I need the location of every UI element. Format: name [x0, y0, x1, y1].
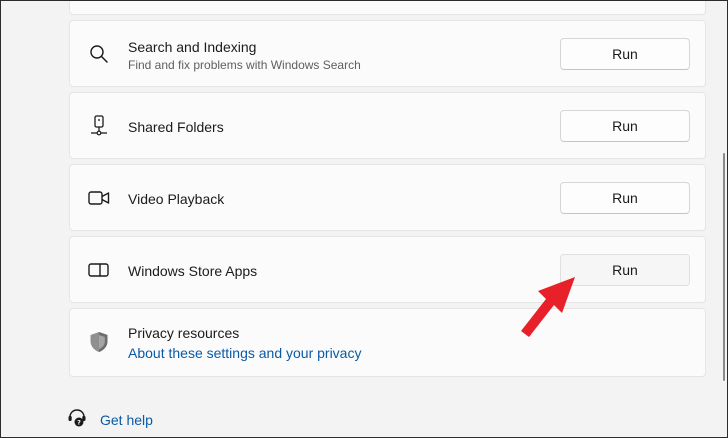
run-shared-folders-button[interactable]: Run: [560, 110, 690, 142]
video-camera-icon: [88, 187, 110, 209]
svg-text:?: ?: [77, 418, 81, 426]
troubleshooter-title: Shared Folders: [128, 119, 224, 135]
shared-folders-icon: [88, 115, 110, 137]
troubleshooter-title: Video Playback: [128, 191, 225, 207]
get-help-link-row[interactable]: ? Get help: [67, 406, 153, 434]
privacy-resources-card: Privacy resources About these settings a…: [69, 308, 706, 377]
get-help-label: Get help: [100, 412, 153, 428]
previous-troubleshooter-card: [69, 1, 706, 15]
search-icon: [88, 43, 110, 65]
troubleshooter-video-playback: Video Playback Run: [69, 164, 706, 231]
troubleshooter-shared-folders: Shared Folders Run: [69, 92, 706, 159]
privacy-settings-link[interactable]: About these settings and your privacy: [128, 345, 361, 361]
run-video-playback-button[interactable]: Run: [560, 182, 690, 214]
help-chat-icon: ?: [67, 408, 87, 433]
troubleshooters-window: Search and Indexing Find and fix problem…: [0, 0, 728, 438]
privacy-resources-title: Privacy resources: [128, 325, 240, 341]
troubleshooter-search-indexing: Search and Indexing Find and fix problem…: [69, 20, 706, 87]
run-search-indexing-button[interactable]: Run: [560, 38, 690, 70]
shield-icon: [88, 331, 110, 353]
store-apps-icon: [88, 259, 110, 281]
red-arrow-pointer-icon: [521, 277, 575, 337]
vertical-scrollbar[interactable]: [723, 153, 725, 381]
troubleshooter-title: Search and Indexing: [128, 39, 257, 55]
troubleshooter-title: Windows Store Apps: [128, 263, 258, 279]
troubleshooter-description: Find and fix problems with Windows Searc…: [128, 58, 361, 72]
troubleshooter-windows-store-apps: Windows Store Apps Run: [69, 236, 706, 303]
